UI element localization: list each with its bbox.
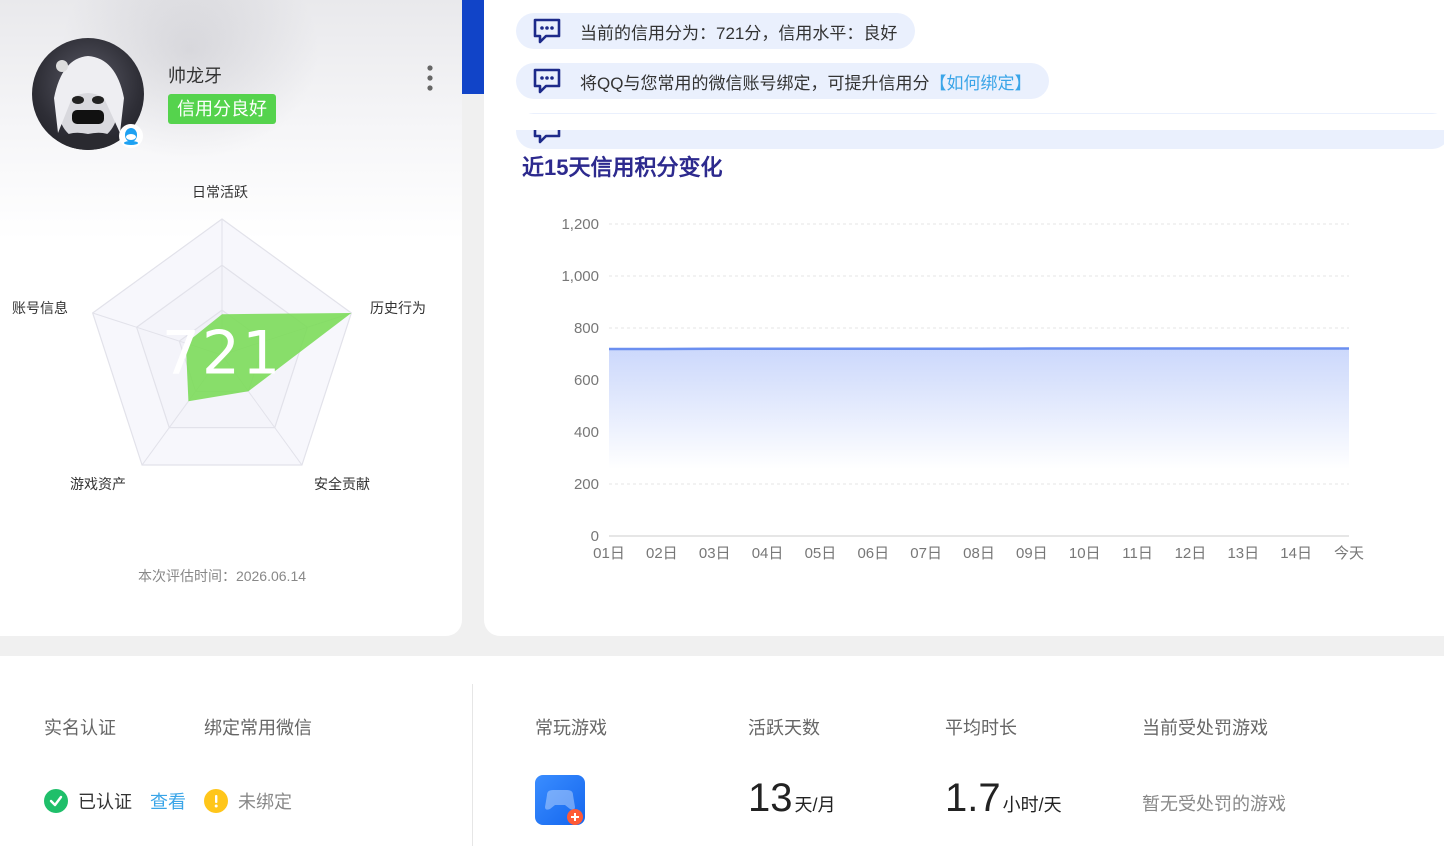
x-tick-label: 今天 xyxy=(1334,545,1364,562)
x-tick-label: 04日 xyxy=(752,545,784,562)
evaluation-time-value: 2026.06.14 xyxy=(235,568,307,584)
y-tick-label: 1,200 xyxy=(561,216,599,233)
radar-axis-label: 安全贡献 xyxy=(314,476,370,492)
active-days-label: 活跃天数 xyxy=(748,718,820,738)
avg-time-value: 1.7 xyxy=(945,776,1001,820)
username: 帅龙牙 xyxy=(168,66,222,86)
evaluation-time-label: 本次评估时间： xyxy=(137,568,236,584)
accent-strip xyxy=(462,0,484,94)
notice-text: 当前的信用分为：721分，信用水平：良好 xyxy=(580,23,898,43)
avg-time-label: 平均时长 xyxy=(945,718,1017,738)
radar-axis-label: 日常活跃 xyxy=(192,184,248,200)
x-tick-label: 10日 xyxy=(1069,545,1101,562)
x-tick-label: 02日 xyxy=(646,545,678,562)
x-tick-label: 13日 xyxy=(1227,545,1259,562)
qq-icon xyxy=(119,124,143,148)
radar-axis-label: 账号信息 xyxy=(12,300,68,316)
active-days-value: 13 xyxy=(748,776,793,820)
evaluation-time: 本次评估时间：2026.06.14 xyxy=(0,566,444,586)
radar-axis-label: 历史行为 xyxy=(370,300,426,316)
notice-scroll-mask xyxy=(484,114,1444,130)
avg-time-stat: 1.7 小时/天 xyxy=(945,776,1062,821)
y-tick-label: 800 xyxy=(574,320,599,337)
y-tick-label: 0 xyxy=(591,528,599,545)
punished-games-empty: 暂无受处罚的游戏 xyxy=(1142,794,1286,814)
realname-status: 已认证 查看 xyxy=(44,788,186,814)
notice-item: 当前的信用分为：721分，信用水平：良好 xyxy=(516,13,916,49)
radar-axis-label: 游戏资产 xyxy=(70,476,126,492)
y-tick-label: 400 xyxy=(574,424,599,441)
credit-level-badge: 信用分良好 xyxy=(168,94,276,124)
x-tick-label: 07日 xyxy=(910,545,942,562)
message-icon xyxy=(533,18,561,44)
notice-text: 将QQ与您常用的微信账号绑定，可提升信用分 xyxy=(580,73,930,93)
avg-time-unit: 小时/天 xyxy=(1002,795,1062,815)
wechat-bind-status-text: 未绑定 xyxy=(238,792,292,812)
x-tick-label: 01日 xyxy=(593,545,625,562)
section-divider xyxy=(472,684,473,846)
frequent-games-label: 常玩游戏 xyxy=(535,718,607,738)
chart-title: 近15天信用积分变化 xyxy=(522,155,723,180)
active-days-unit: 天/月 xyxy=(794,795,836,815)
trend-area xyxy=(609,348,1349,470)
how-to-bind-link[interactable]: 【如何绑定】 xyxy=(929,69,1031,94)
game-icon[interactable] xyxy=(535,775,585,825)
credit-trend-chart: 0 200 400 600 800 1,000 1,200 01日 02日 03日 04日 05日 06… xyxy=(561,216,1364,562)
credit-score-value: 721 xyxy=(162,319,283,389)
x-tick-label: 11日 xyxy=(1122,545,1153,562)
x-tick-label: 14日 xyxy=(1280,545,1312,562)
x-tick-label: 08日 xyxy=(963,545,995,562)
x-tick-label: 05日 xyxy=(805,545,837,562)
punished-games-label: 当前受处罚游戏 xyxy=(1142,718,1268,738)
radar-svg: 721 xyxy=(91,218,353,466)
active-days-stat: 13 天/月 xyxy=(748,776,836,821)
account-summary-bar: 实名认证 绑定常用微信 已认证 查看 未绑定 常玩游戏 活跃天数 13 天/月 平… xyxy=(0,656,1444,846)
notice-item: 将QQ与您常用的微信账号绑定，可提升信用分 【如何绑定】 xyxy=(516,63,1050,99)
credit-trend-card: 当前的信用分为：721分，信用水平：良好 将QQ与您常用的微信账号绑定，可提升信… xyxy=(484,0,1444,636)
x-tick-label: 06日 xyxy=(857,545,889,562)
realname-label: 实名认证 xyxy=(44,718,116,738)
x-tick-label: 12日 xyxy=(1175,545,1207,562)
message-icon xyxy=(533,68,561,94)
y-tick-label: 200 xyxy=(574,476,599,493)
x-tick-label: 09日 xyxy=(1016,545,1048,562)
y-tick-label: 1,000 xyxy=(561,268,599,285)
warning-circle-icon xyxy=(204,789,228,813)
wechat-bind-status: 未绑定 xyxy=(204,788,292,814)
y-tick-label: 600 xyxy=(574,372,599,389)
more-vertical-icon[interactable] xyxy=(420,64,440,92)
wechat-bind-label: 绑定常用微信 xyxy=(204,718,312,738)
x-tick-label: 03日 xyxy=(699,545,731,562)
view-realname-link[interactable]: 查看 xyxy=(150,788,186,814)
profile-card: 帅龙牙 信用分良好 721 日常活跃 历史行为 安全贡献 游戏资产 账号信息 本… xyxy=(0,0,462,636)
credit-radar-chart: 721 xyxy=(0,170,462,510)
realname-status-text: 已认证 xyxy=(78,792,132,812)
check-circle-icon xyxy=(44,789,68,813)
